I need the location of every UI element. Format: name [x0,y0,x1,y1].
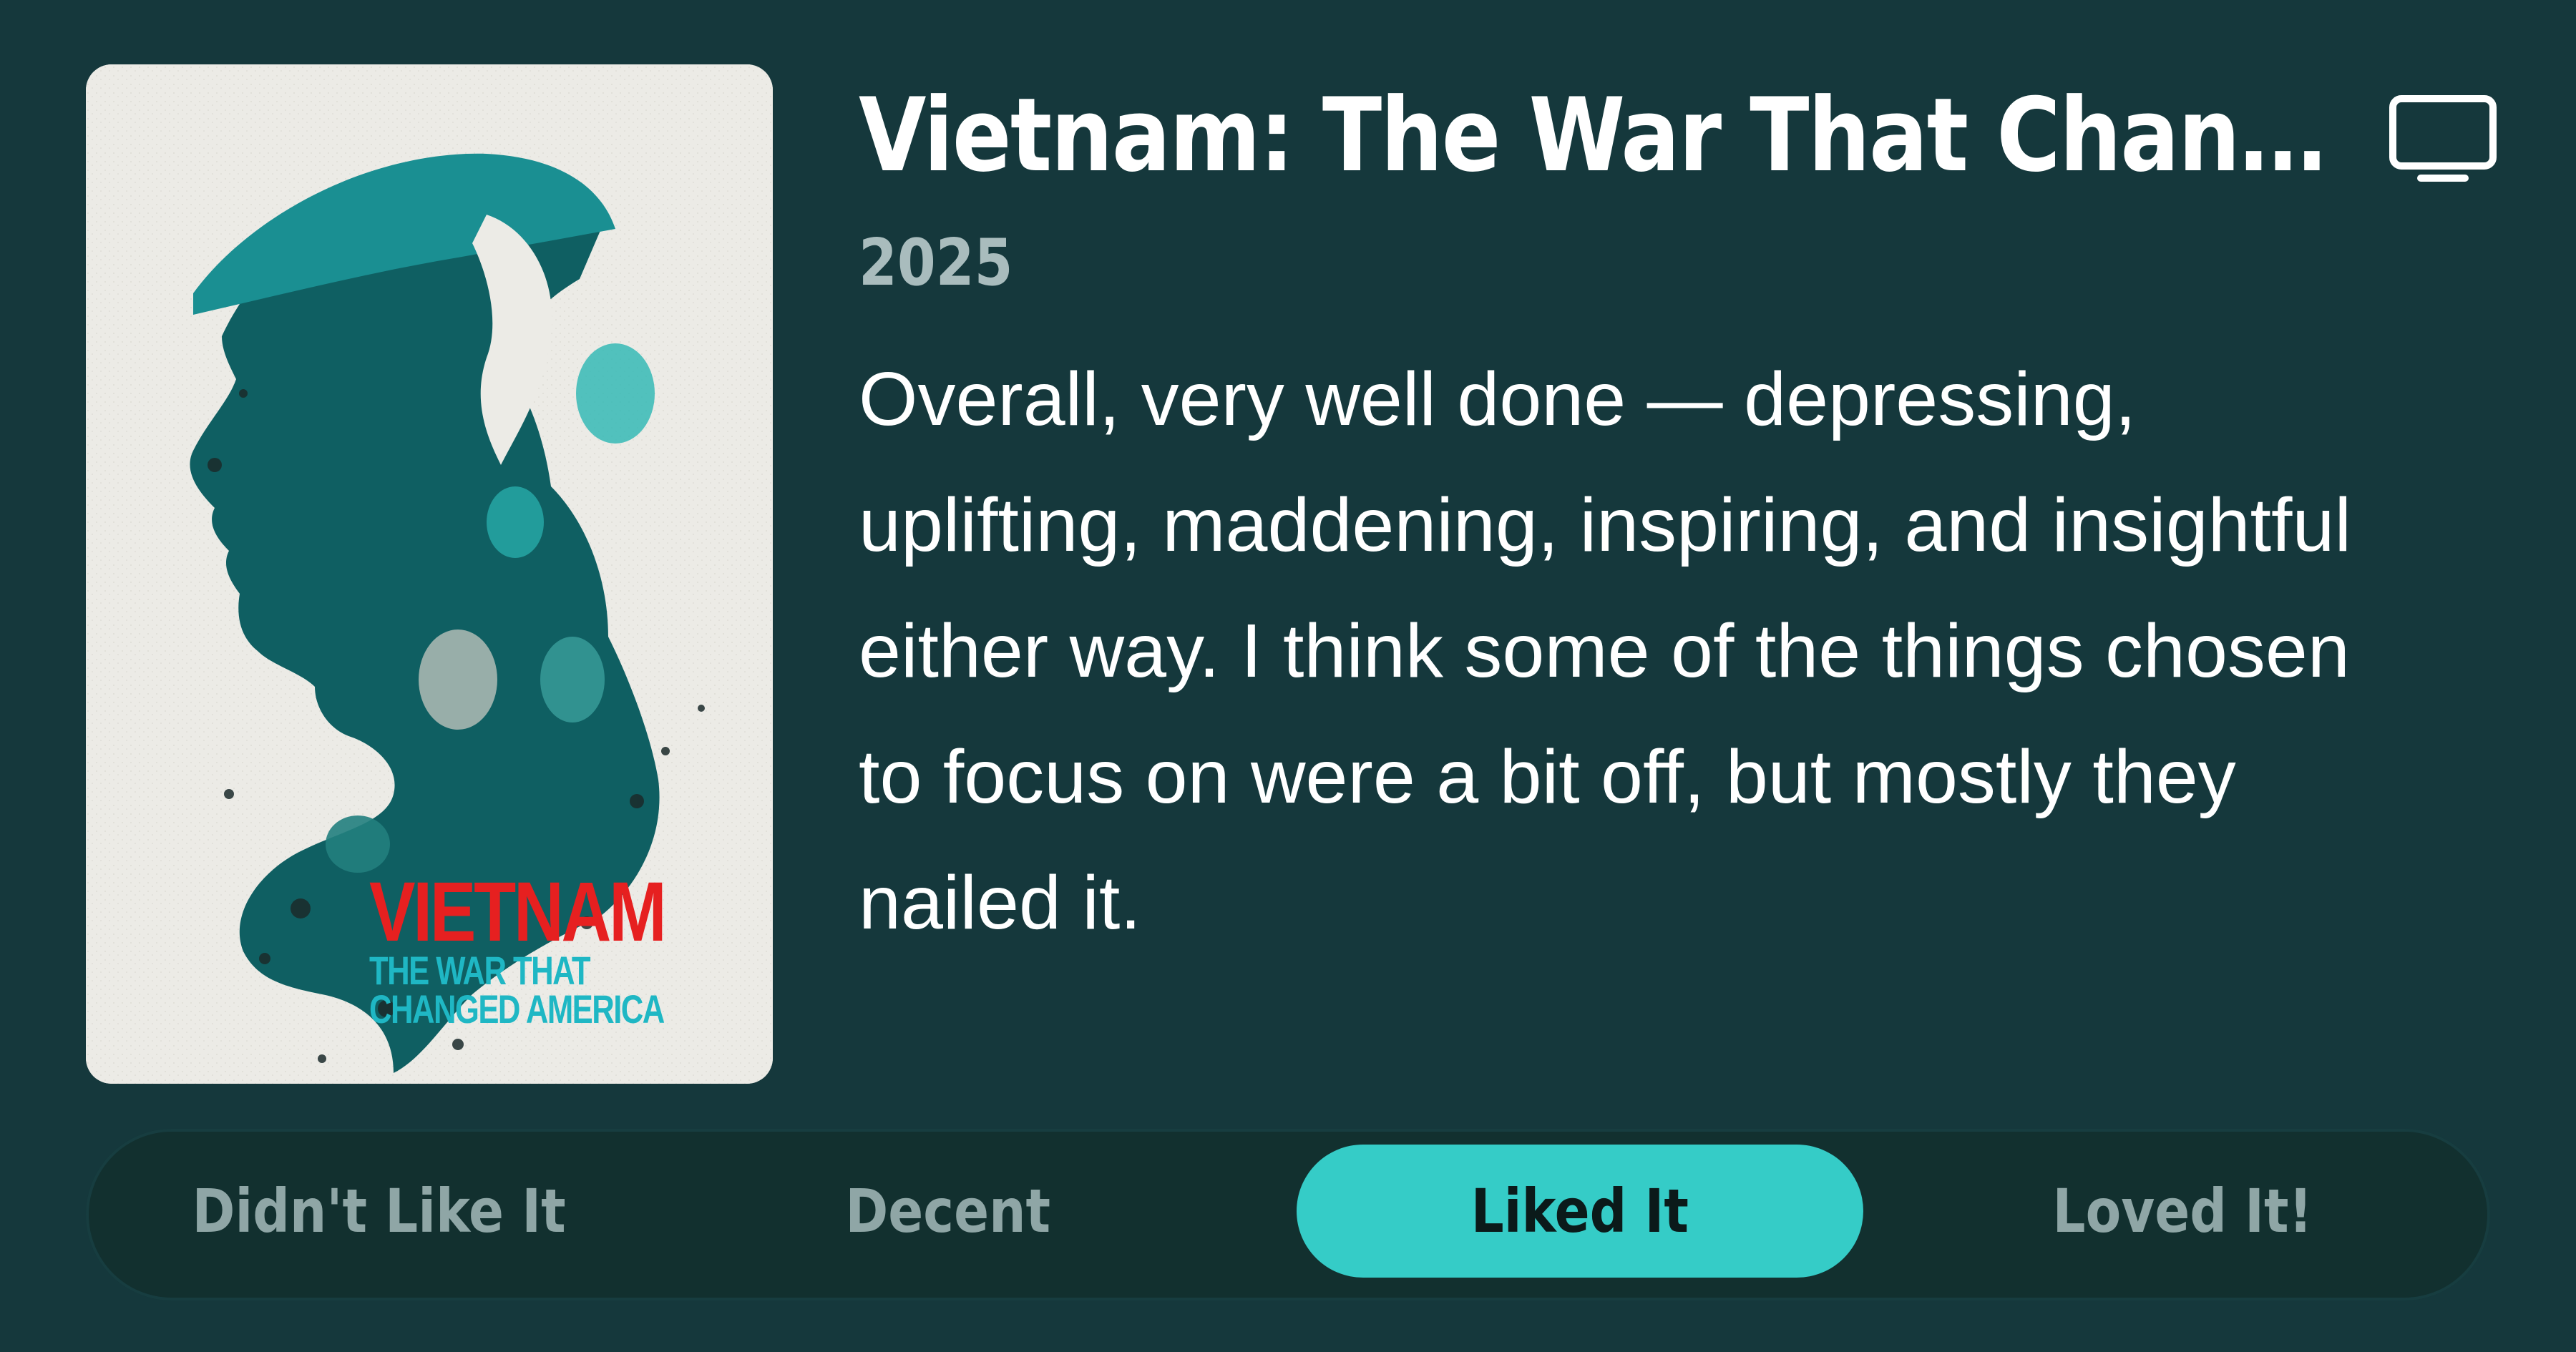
tv-icon [2389,95,2497,182]
poster-subtitle-line2: CHANGED AMERICA [369,986,665,1032]
rating-option-loved-it[interactable]: Loved It! [1918,1145,2447,1278]
rating-selector: Didn't Like It Decent Liked It Loved It! [86,1129,2490,1300]
rating-option-decent[interactable]: Decent [698,1145,1199,1278]
poster-image: VIETNAM THE WAR THAT CHANGED AMERICA [86,64,773,1084]
poster-subtitle-line1: THE WAR THAT [369,948,591,993]
rating-option-label: Liked It [1470,1176,1689,1246]
poster-title-block: VIETNAM THE WAR THAT CHANGED AMERICA [369,865,747,1032]
show-title: Vietnam: The War That Chang... [859,77,2361,195]
poster-title-text: VIETNAM [369,865,667,959]
rating-option-label: Didn't Like It [192,1176,567,1246]
rating-option-didnt-like-it[interactable]: Didn't Like It [114,1145,644,1278]
rating-option-label: Decent [845,1176,1051,1246]
review-text: Overall, very well done — depressing, up… [859,357,2351,945]
rating-option-label: Loved It! [2052,1176,2313,1246]
release-year: 2025 [859,225,1013,300]
rating-option-liked-it[interactable]: Liked It [1297,1145,1863,1278]
rating-card: VIETNAM THE WAR THAT CHANGED AMERICA Vie… [0,0,2576,1352]
